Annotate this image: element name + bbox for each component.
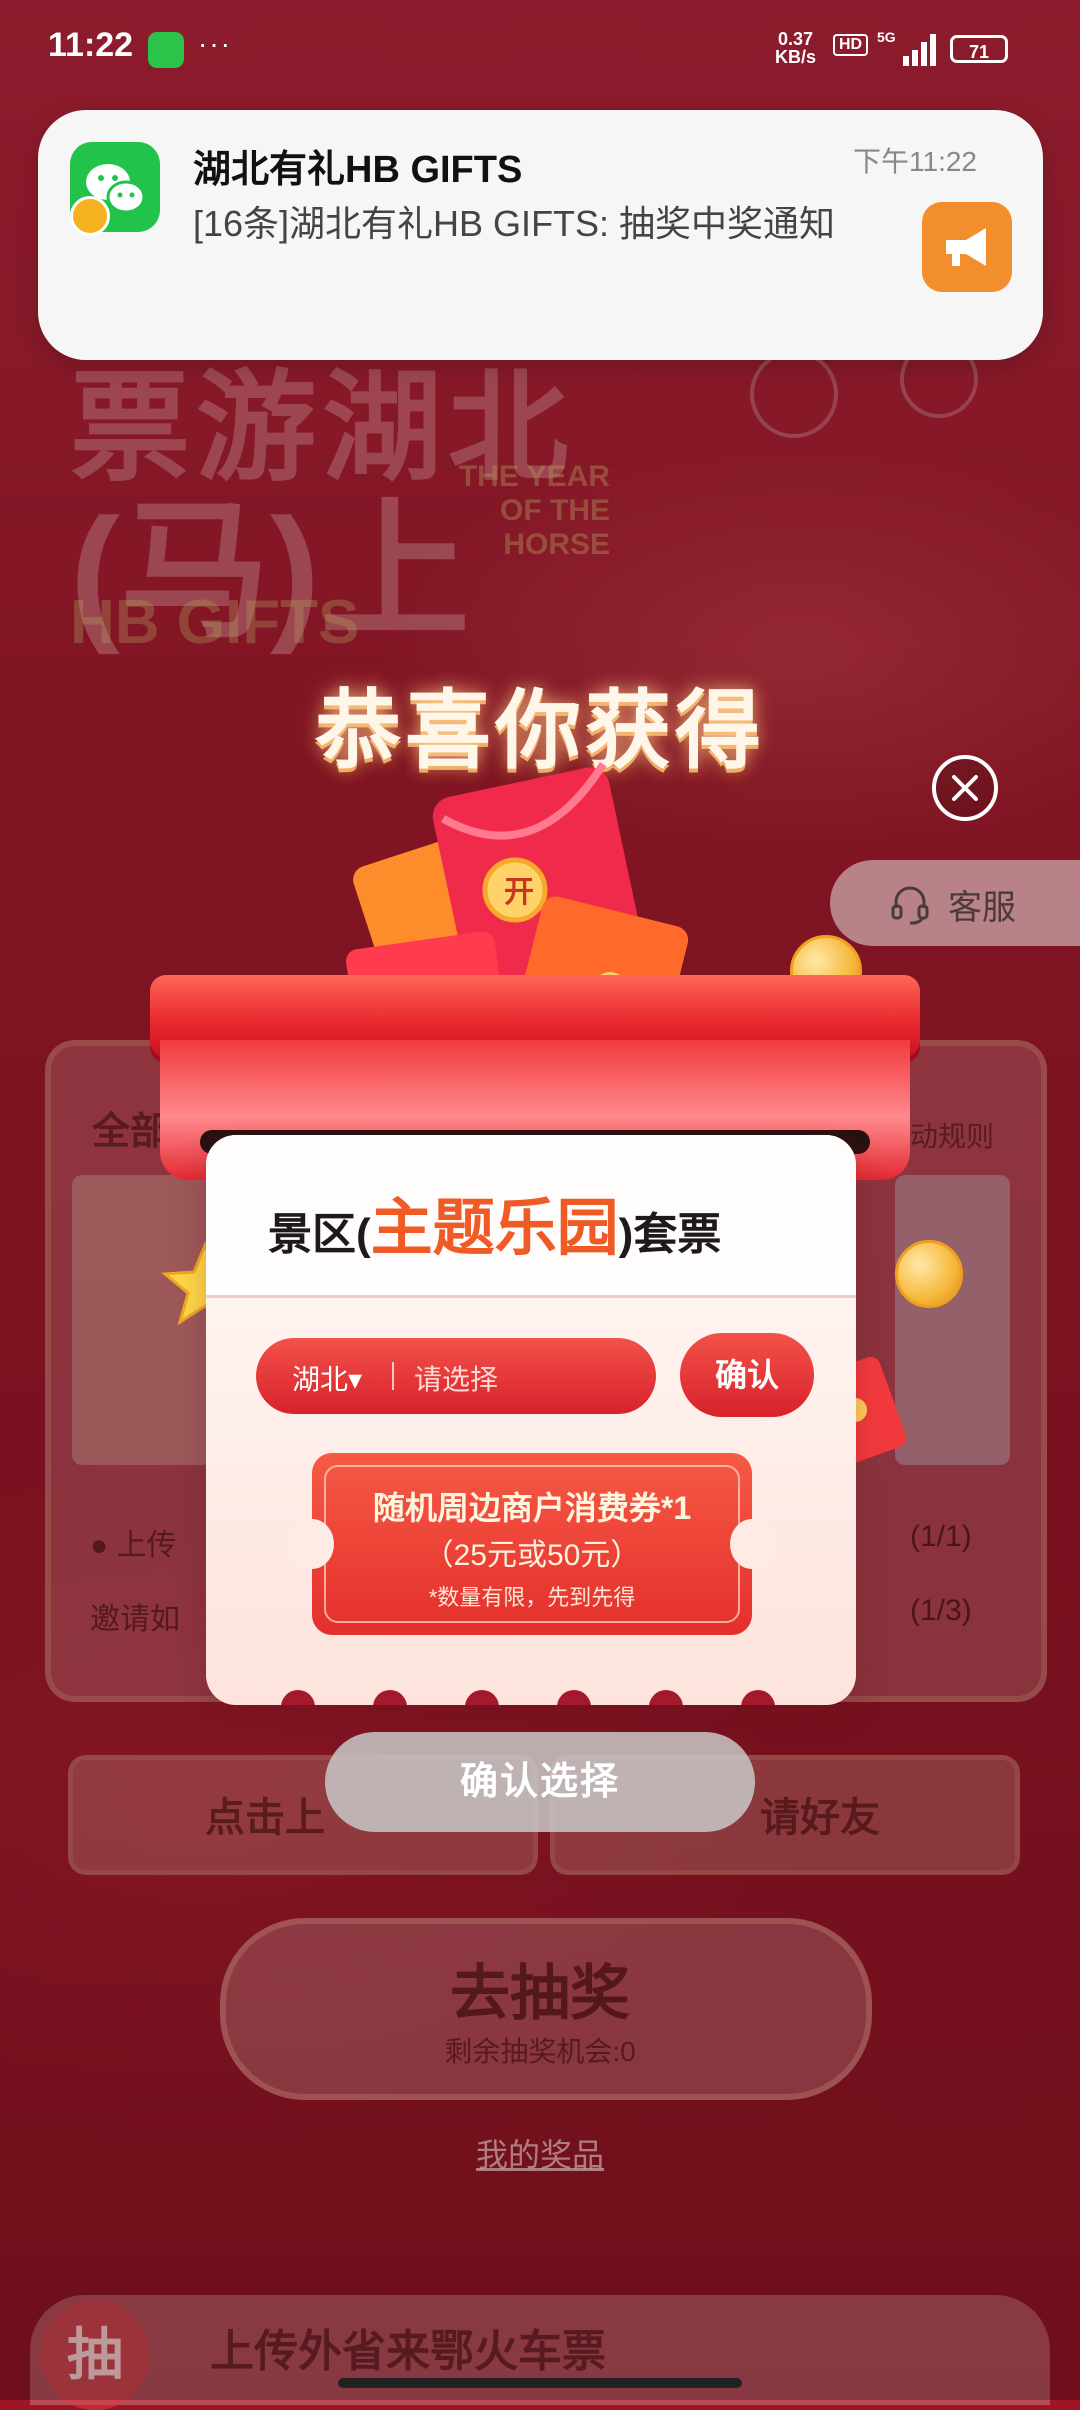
ticket-perforation (557, 1690, 591, 1705)
notification-body: [16条]湖北有礼HB GIFTS: 抽奖中奖通知 (193, 203, 836, 244)
notification-banner[interactable]: 湖北有礼HB GIFTS [16条]湖北有礼HB GIFTS: 抽奖中奖通知 下… (38, 110, 1043, 360)
close-icon[interactable] (932, 755, 998, 821)
headset-icon (891, 886, 929, 925)
coupon-title: 随机周边商户消费券*1 (372, 1490, 692, 1526)
network-speed: 0.37 KB/s (775, 29, 817, 67)
ticket-header: 景区(主题乐园)套票 (206, 1135, 856, 1295)
mini-program-badge-icon (70, 196, 110, 236)
svg-text:开: 开 (504, 876, 534, 909)
ticket-perforation (373, 1690, 407, 1705)
more-notifications-icon: ··· (198, 28, 232, 59)
region-dropdown[interactable]: 湖北▾ (292, 1358, 362, 1398)
customer-service-button[interactable]: 客服 (830, 860, 1080, 946)
status-time: 11:22 (48, 26, 134, 64)
notification-title: 湖北有礼HB GIFTS (193, 149, 523, 191)
coin-icon (895, 1240, 963, 1308)
scenic-select-input[interactable]: 请选择 (414, 1358, 498, 1398)
coupon-note: *数量有限，先到先得 (428, 1585, 636, 1610)
ticket-perforation (741, 1690, 775, 1705)
signal-icon: 5G (877, 29, 936, 66)
battery-icon: 71 (950, 35, 1008, 63)
megaphone-icon[interactable] (922, 202, 1012, 292)
home-indicator[interactable] (338, 2378, 742, 2388)
ticket-perforation (281, 1690, 315, 1705)
coupon-amount: （25元或50元） (423, 1539, 641, 1572)
ticket-divider (206, 1295, 856, 1298)
ticket-perforation (649, 1690, 683, 1705)
package-title: 景区(主题乐园)套票 (268, 1194, 722, 1263)
region-selector[interactable]: 湖北▾ 请选择 (256, 1338, 656, 1414)
prize-ticket-card: 景区(主题乐园)套票 湖北▾ 请选择 确认 随机周边商户消费券*1 （25元或5… (206, 1135, 856, 1705)
wechat-status-icon (148, 32, 184, 68)
notification-time: 下午11:22 (853, 146, 977, 177)
confirm-selection-button[interactable]: 确认选择 (325, 1732, 755, 1832)
hd-icon: HD (833, 34, 869, 56)
selector-divider (392, 1362, 394, 1390)
ticket-perforation (465, 1690, 499, 1705)
customer-service-label: 客服 (948, 889, 1016, 927)
status-bar: 11:22 ··· 0.37 KB/s HD 5G 71 (0, 0, 1080, 100)
coupon-card: 随机周边商户消费券*1 （25元或50元） *数量有限，先到先得 (290, 1453, 774, 1635)
confirm-region-button[interactable]: 确认 (680, 1333, 814, 1417)
svg-text:5G: 5G (877, 29, 896, 45)
